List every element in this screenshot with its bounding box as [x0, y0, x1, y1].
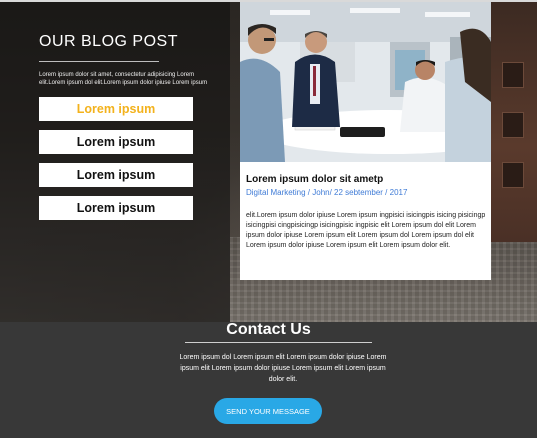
building-window [502, 62, 524, 88]
blog-description: Lorem ipsum dolor sit amet, consectetur … [39, 72, 208, 86]
blog-post-card: Lorem ipsum dolor sit ametp Digital Mark… [240, 2, 491, 280]
blog-title: OUR BLOG POST [39, 33, 178, 50]
building-window [502, 112, 524, 138]
send-message-button[interactable]: SEND YOUR MESSAGE [214, 398, 322, 424]
office-meeting-photo [240, 2, 491, 162]
contact-divider [185, 342, 372, 343]
contact-title: Contact Us [226, 321, 311, 338]
building-window [502, 162, 524, 188]
post-title[interactable]: Lorem ipsum dolor sit ametp [246, 174, 383, 185]
blog-menu-item-2[interactable]: Lorem ipsum [39, 130, 193, 154]
post-meta[interactable]: Digital Marketing / John/ 22 sebtember /… [246, 188, 407, 197]
post-body: elit.Lorem ipsum dolor ipiuse Lorem ipsu… [246, 212, 486, 249]
blog-title-divider [39, 61, 159, 62]
blog-menu-item-4[interactable]: Lorem ipsum [39, 196, 193, 220]
blog-menu-item-3[interactable]: Lorem ipsum [39, 163, 193, 187]
contact-description: Lorem ipsum dol Lorem ipsum elit Lorem i… [179, 354, 387, 383]
blog-menu-item-1[interactable]: Lorem ipsum [39, 97, 193, 121]
